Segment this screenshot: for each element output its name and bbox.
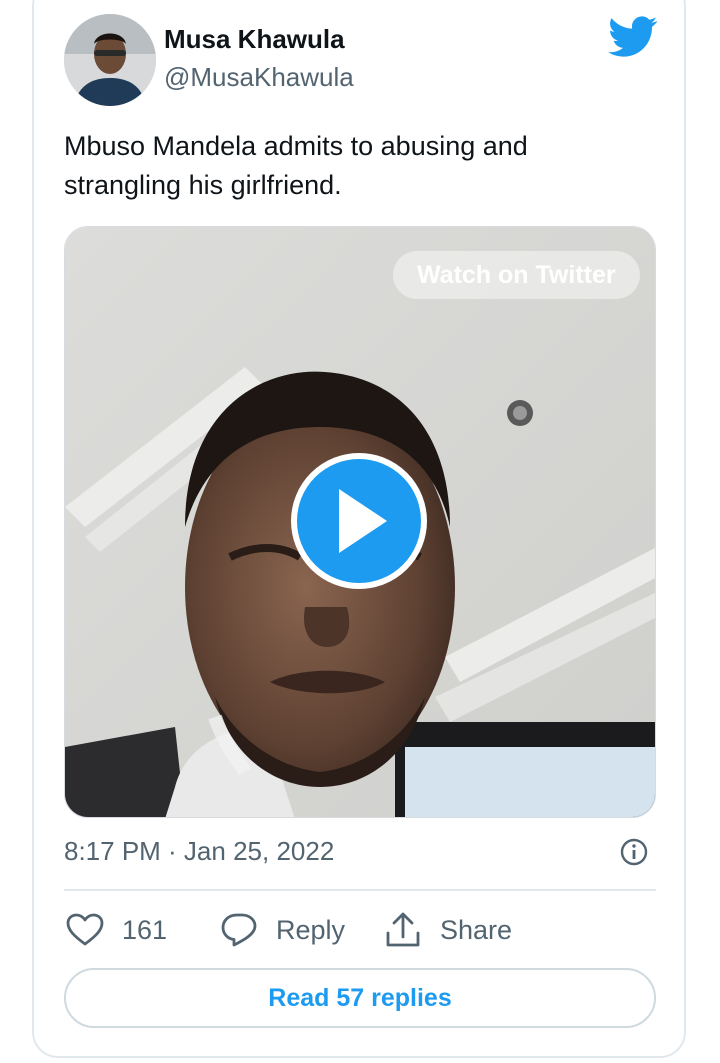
watch-on-twitter-button[interactable]: Watch on Twitter (393, 251, 640, 299)
play-button[interactable] (291, 453, 427, 589)
heart-icon (66, 913, 104, 946)
share-label: Share (440, 914, 513, 945)
like-count: 161 (122, 914, 168, 945)
divider (64, 889, 656, 891)
tweet-timestamp[interactable]: 8:17 PM · Jan 25, 2022 (64, 836, 334, 867)
like-button[interactable]: 161 (66, 908, 167, 952)
author-display-name[interactable]: Musa Khawula (164, 24, 345, 55)
tweet-text: Mbuso Mandela admits to abusing and stra… (64, 131, 528, 200)
author-handle[interactable]: @MusaKhawula (164, 62, 354, 93)
avatar-image (64, 14, 156, 106)
video-thumbnail[interactable]: Watch on Twitter (64, 226, 656, 818)
twitter-bird-icon[interactable] (608, 16, 658, 58)
avatar[interactable] (64, 14, 156, 106)
reply-label: Reply (276, 914, 346, 945)
speech-bubble-icon (221, 913, 257, 947)
play-icon (339, 489, 387, 553)
read-replies-button[interactable]: Read 57 replies (64, 968, 656, 1028)
share-upload-icon (386, 912, 420, 947)
reply-button[interactable]: Reply (220, 908, 345, 952)
share-button[interactable]: Share (384, 908, 512, 952)
info-icon[interactable] (620, 838, 648, 866)
